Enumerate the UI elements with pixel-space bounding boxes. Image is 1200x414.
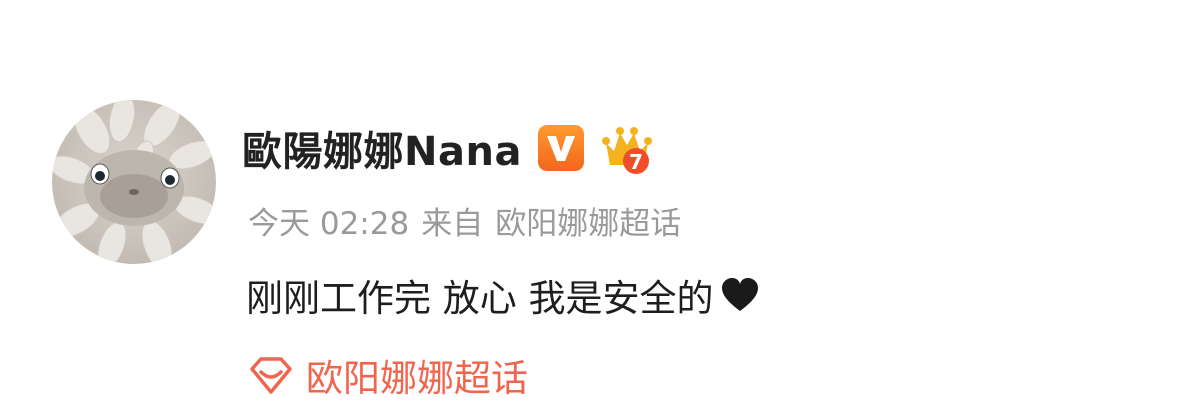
crown-level-icon[interactable]: 7 [600,121,654,175]
post-source[interactable]: 欧阳娜娜超话 [495,198,681,243]
black-heart-icon [720,277,760,313]
supertopic-diamond-icon [248,352,294,398]
post-content: 刚刚工作完 放心 我是安全的 [246,268,760,322]
supertopic-link[interactable]: 欧阳娜娜超话 [248,348,528,402]
post-time[interactable]: 今天 02:28 [248,198,409,243]
source-prefix: 来自 [421,206,484,242]
supertopic-label: 欧阳娜娜超话 [306,357,528,400]
author-name[interactable]: 歐陽娜娜Nana [242,119,522,177]
author-row: 歐陽娜娜Nana 7 [242,120,654,176]
weibo-post: 歐陽娜娜Nana 7 今天 02:28 来自 欧阳娜娜超话 刚刚工作完 放心 我… [0,0,1200,414]
avatar-image [52,100,216,264]
level-number: 7 [629,150,643,174]
avatar[interactable] [52,100,216,264]
post-meta: 今天 02:28 来自 欧阳娜娜超话 [248,198,681,243]
post-text: 刚刚工作完 放心 我是安全的 [246,277,714,320]
verified-v-icon[interactable] [537,125,584,171]
